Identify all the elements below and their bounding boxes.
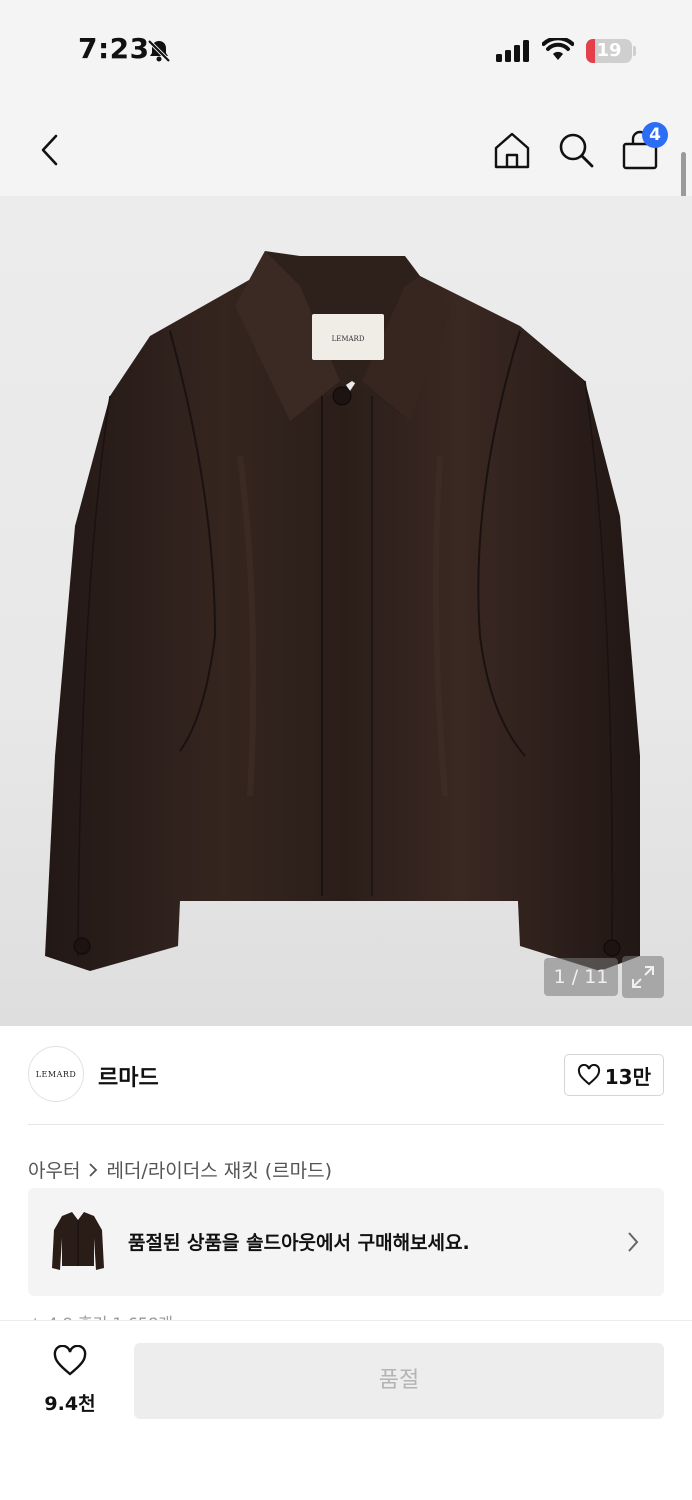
home-icon xyxy=(494,132,530,169)
expand-icon xyxy=(632,966,654,988)
signal-icon xyxy=(496,40,529,62)
soldout-banner[interactable]: 품절된 상품을 솔드아웃에서 구매해보세요. xyxy=(28,1188,664,1296)
back-button[interactable] xyxy=(28,128,72,172)
wifi-icon xyxy=(542,38,574,60)
divider xyxy=(28,1124,664,1125)
search-button[interactable] xyxy=(554,128,598,172)
brand-name[interactable]: 르마드 xyxy=(98,1060,159,1092)
soldout-message: 품절된 상품을 솔드아웃에서 구매해보세요. xyxy=(128,1232,470,1254)
battery-level-text: 19 xyxy=(596,40,622,61)
brand-logo-text: LEMARD xyxy=(35,1069,77,1079)
breadcrumb-subcategory[interactable]: 레더/라이더스 재킷 (르마드) xyxy=(106,1156,332,1183)
top-nav-bar: 4 xyxy=(0,100,692,196)
brand-logo[interactable]: LEMARD xyxy=(28,1046,84,1102)
product-image: LEMARD xyxy=(45,251,640,971)
cart-count-badge: 4 xyxy=(642,122,668,148)
heart-icon xyxy=(577,1064,600,1086)
product-thumbnail xyxy=(48,1208,108,1274)
bottom-action-bar: 9.4천 품절 xyxy=(0,1320,692,1500)
battery-indicator: 19 xyxy=(586,39,632,63)
search-icon xyxy=(559,133,594,168)
wishlist-button[interactable]: 9.4천 xyxy=(36,1344,104,1415)
garment-label-text: LEMARD xyxy=(332,335,365,343)
wishlist-count: 9.4천 xyxy=(44,1393,96,1415)
brand-like-button[interactable]: 13만 xyxy=(563,1054,664,1096)
chevron-right-icon xyxy=(628,1232,639,1252)
image-counter: 1 / 11 xyxy=(544,958,618,996)
chevron-right-icon xyxy=(88,1162,98,1178)
breadcrumb-category[interactable]: 아우터 xyxy=(28,1156,80,1183)
chevron-left-icon xyxy=(41,134,58,166)
brand-like-count: 13만 xyxy=(604,1064,651,1089)
battery-cap xyxy=(633,46,636,56)
buy-button[interactable]: 품절 xyxy=(134,1343,664,1419)
status-time: 7:23 xyxy=(78,32,150,65)
home-button[interactable] xyxy=(490,128,534,172)
expand-image-button[interactable] xyxy=(622,956,664,998)
brand-row: LEMARD 르마드 13만 xyxy=(28,1046,664,1106)
heart-icon xyxy=(53,1344,87,1376)
bell-slash-icon xyxy=(147,39,171,63)
breadcrumb: 아우터 레더/라이더스 재킷 (르마드) xyxy=(28,1156,332,1183)
cart-button[interactable]: 4 xyxy=(618,122,668,172)
status-bar: 7:23 19 xyxy=(0,0,692,100)
product-image-gallery[interactable]: LEMARD xyxy=(0,196,692,1026)
